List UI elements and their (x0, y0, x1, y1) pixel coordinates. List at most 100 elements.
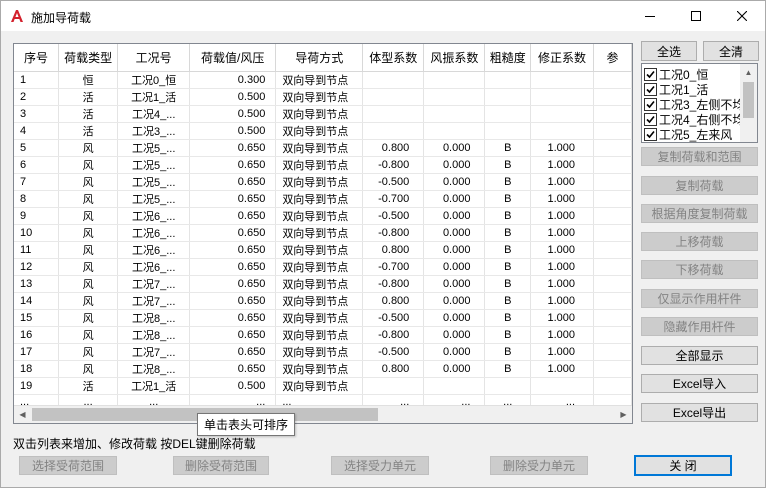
table-cell: 0.000 (423, 241, 486, 259)
table-cell: 0.650 (189, 173, 277, 191)
table-cell: 风 (58, 360, 119, 378)
column-header[interactable]: 风振系数 (423, 44, 486, 72)
column-header[interactable]: 粗糙度 (484, 44, 532, 72)
show-acting-members-button[interactable]: 仅显示作用杆件 (641, 289, 758, 308)
close-window-button[interactable] (719, 1, 765, 31)
table-row[interactable]: 16 风工况8_... 0.650 双向导到节点 -0.800 0.000 B 1.000 (14, 326, 632, 344)
table-cell (362, 71, 425, 89)
column-header[interactable]: 荷载值/风压 (189, 44, 277, 72)
table-cell (593, 139, 632, 157)
scroll-left-button[interactable]: ◀ (14, 406, 31, 423)
table-cell: 双向导到节点 (275, 156, 364, 174)
table-cell: 工况5_... (117, 190, 191, 208)
select-all-button[interactable]: 全选 (641, 41, 697, 61)
checkbox[interactable] (644, 97, 657, 111)
excel-import-button[interactable]: Excel导入 (641, 374, 758, 393)
copy-load-by-angle-button[interactable]: 根据角度复制荷载 (641, 204, 758, 223)
checklist-scrollbar[interactable]: ▲ (740, 64, 757, 142)
table-row[interactable]: 8 风工况5_... 0.650 双向导到节点 -0.700 0.000 B 1.000 (14, 190, 632, 208)
table-cell: 工况6_... (117, 207, 191, 225)
table-cell: 0.650 (189, 275, 277, 293)
move-load-up-button[interactable]: 上移荷载 (641, 232, 758, 251)
table-cell: 0.500 (189, 88, 277, 106)
column-header[interactable]: 导荷方式 (275, 44, 364, 72)
load-case-label: 工况5_左来风 (659, 127, 733, 142)
table-cell (362, 377, 425, 395)
copy-load-and-range-button[interactable]: 复制荷载和范围 (641, 147, 758, 166)
table-cell: 13 (14, 275, 59, 293)
load-case-checklist[interactable]: 工况0_恒 工况1_活 工况3_左侧不均 工况4_右侧不均 工况5_左来风 ▲ (641, 63, 758, 143)
table-row[interactable]: 6 风工况5_... 0.650 双向导到节点 -0.800 0.000 B 1.000 (14, 156, 632, 174)
table-cell: 17 (14, 343, 59, 361)
table-header-row: 序号 荷载类型 工况号 荷载值/风压 导荷方式 体型系数 风振系数 粗糙度 修正系数参 (14, 44, 632, 72)
column-header[interactable]: 序号 (14, 44, 59, 72)
table-row[interactable]: 18 风工况8_... 0.650 双向导到节点 0.800 0.000 B 1.000 (14, 360, 632, 378)
table-cell: 15 (14, 309, 59, 327)
checkmark-icon (646, 115, 655, 123)
table-row[interactable]: 13 风工况7_... 0.650 双向导到节点 -0.800 0.000 B 1.000 (14, 275, 632, 293)
horizontal-scrollbar[interactable]: ◀ ▶ (14, 405, 632, 423)
load-grid[interactable]: 序号 荷载类型 工况号 荷载值/风压 导荷方式 体型系数 风振系数 粗糙度 修正系数参 1 恒工况… (14, 44, 632, 411)
table-cell: 0.650 (189, 224, 277, 242)
title-bar[interactable]: 施加导荷载 (1, 1, 765, 31)
table-row[interactable]: 5 风工况5_... 0.650 双向导到节点 0.800 0.000 B 1.000 (14, 139, 632, 157)
minimize-button[interactable] (627, 1, 673, 31)
table-cell: 工况6_... (117, 241, 191, 259)
table-row[interactable]: 4 活工况3_... 0.500 双向导到节点 (14, 122, 632, 140)
close-button[interactable]: 关 闭 (634, 455, 732, 476)
table-cell: B (484, 241, 532, 259)
select-load-range-button[interactable]: 选择受荷范围 (19, 456, 117, 475)
table-cell: 0.500 (189, 105, 277, 123)
table-cell: 工况1_活 (117, 377, 191, 395)
table-row[interactable]: 7 风工况5_... 0.650 双向导到节点 -0.500 0.000 B 1.000 (14, 173, 632, 191)
table-row[interactable]: 2 活工况1_活 0.500 双向导到节点 (14, 88, 632, 106)
load-case-item[interactable]: 工况5_左来风 (644, 126, 732, 142)
table-row[interactable]: 19 活工况1_活 0.500 双向导到节点 (14, 377, 632, 395)
table-row[interactable]: 12 风工况6_... 0.650 双向导到节点 -0.700 0.000 B 1.000 (14, 258, 632, 276)
load-table[interactable]: 序号 荷载类型 工况号 荷载值/风压 导荷方式 体型系数 风振系数 粗糙度 修正系数参 1 恒工况… (13, 43, 633, 424)
maximize-button[interactable] (673, 1, 719, 31)
select-force-unit-button[interactable]: 选择受力单元 (331, 456, 429, 475)
table-cell: 双向导到节点 (275, 343, 364, 361)
checkbox[interactable] (644, 82, 657, 96)
checkbox[interactable] (644, 112, 657, 126)
table-cell (593, 292, 632, 310)
checkbox[interactable] (644, 127, 657, 141)
table-cell: 双向导到节点 (275, 241, 364, 259)
table-row[interactable]: 9 风工况6_... 0.650 双向导到节点 -0.500 0.000 B 1.000 (14, 207, 632, 225)
scroll-up-button[interactable]: ▲ (740, 64, 757, 81)
delete-force-unit-button[interactable]: 删除受力单元 (490, 456, 588, 475)
table-cell: 1.000 (530, 190, 595, 208)
table-row[interactable]: 15 风工况8_... 0.650 双向导到节点 -0.500 0.000 B 1.000 (14, 309, 632, 327)
table-cell: 5 (14, 139, 59, 157)
table-row[interactable]: 14 风工况7_... 0.650 双向导到节点 0.800 0.000 B 1.000 (14, 292, 632, 310)
column-header[interactable]: 荷载类型 (58, 44, 119, 72)
table-cell: B (484, 275, 532, 293)
table-row[interactable]: 1 恒工况0_恒 0.300 双向导到节点 (14, 71, 632, 89)
checklist-scroll-thumb[interactable] (743, 82, 754, 118)
column-header[interactable]: 参 (593, 44, 632, 72)
excel-export-button[interactable]: Excel导出 (641, 403, 758, 422)
table-cell: -0.800 (362, 275, 425, 293)
delete-load-range-button[interactable]: 删除受荷范围 (173, 456, 269, 475)
table-row[interactable]: 3 活工况4_... 0.500 双向导到节点 (14, 105, 632, 123)
hide-acting-members-button[interactable]: 隐藏作用杆件 (641, 317, 758, 336)
scroll-right-button[interactable]: ▶ (615, 406, 632, 423)
show-all-button[interactable]: 全部显示 (641, 346, 758, 365)
copy-load-button[interactable]: 复制荷载 (641, 176, 758, 195)
table-row[interactable]: 17 风工况7_... 0.650 双向导到节点 -0.500 0.000 B 1.000 (14, 343, 632, 361)
table-cell: B (484, 309, 532, 327)
table-cell: 8 (14, 190, 59, 208)
table-cell: 1 (14, 71, 59, 89)
clear-all-button[interactable]: 全清 (703, 41, 759, 61)
table-row[interactable]: 11 风工况6_... 0.650 双向导到节点 0.800 0.000 B 1.000 (14, 241, 632, 259)
table-cell (593, 122, 632, 140)
table-cell: 风 (58, 292, 119, 310)
checkbox[interactable] (644, 67, 657, 81)
table-row[interactable]: 10 风工况6_... 0.650 双向导到节点 -0.800 0.000 B 1.000 (14, 224, 632, 242)
column-header[interactable]: 修正系数 (530, 44, 595, 72)
move-load-down-button[interactable]: 下移荷载 (641, 260, 758, 279)
minimize-icon (645, 16, 655, 17)
column-header[interactable]: 工况号 (117, 44, 191, 72)
column-header[interactable]: 体型系数 (362, 44, 425, 72)
